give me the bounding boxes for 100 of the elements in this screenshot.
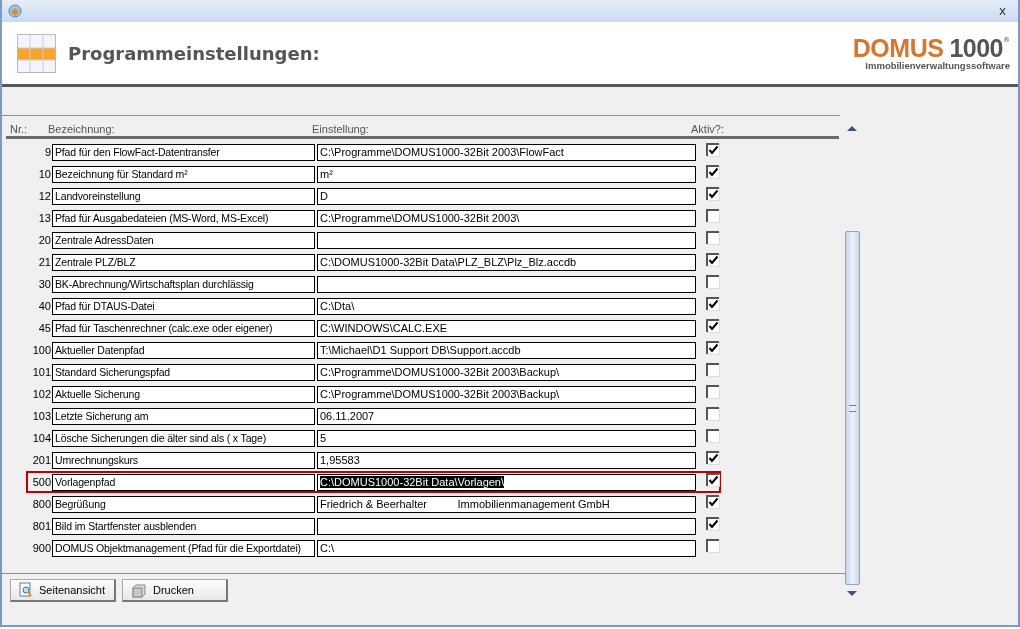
name-field[interactable]: DOMUS Objektmanagement (Pfad für die Exportdatei) (52, 539, 315, 557)
checkbox[interactable] (706, 473, 719, 486)
checkbox[interactable] (706, 495, 719, 508)
value-field[interactable]: C:\Programme\DOMUS1000-32Bit 2003\Backup\ (317, 385, 696, 403)
name-field[interactable]: Standard Sicherungspfad (52, 363, 315, 381)
name-field[interactable]: Pfad für den FlowFact-Datentransfer (52, 143, 315, 161)
name-field[interactable]: Letzte Sicherung am (52, 407, 315, 425)
page-title: Programmeinstellungen: (68, 42, 320, 64)
checkbox[interactable] (706, 165, 719, 178)
name-field[interactable]: Bezeichnung für Standard m² (52, 165, 315, 183)
table-row[interactable]: 9 Pfad für den FlowFact-Datentransfer C:\Programme\DOMUS1000-32Bit 2003\FlowFact (26, 141, 721, 163)
table-row[interactable]: 102 Aktuelle Sicherung C:\Programme\DOMUS1000-32Bit 2003\Backup\ (26, 383, 721, 405)
value-field[interactable] (317, 231, 696, 249)
preview-button[interactable]: Seitenansicht (10, 579, 116, 602)
column-header: Aktiv?: (691, 123, 725, 135)
checkbox[interactable] (706, 231, 719, 244)
value-field[interactable]: C:\Dta\ (317, 297, 696, 315)
table-row[interactable]: 40 Pfad für DTAUS-Datei C:\Dta\ (26, 295, 721, 317)
row-number: 102 (31, 388, 52, 400)
value-field[interactable]: C:\DOMUS1000-32Bit Data\Vorlagen\ (317, 473, 696, 491)
name-field[interactable]: Bild im Startfenster ausblenden (52, 517, 315, 535)
value-field[interactable]: C:\Programme\DOMUS1000-32Bit 2003\ (317, 209, 696, 227)
table-row[interactable]: 21 Zentrale PLZ/BLZ C:\DOMUS1000-32Bit Data\PLZ_BLZ\Plz_Blz.accdb (26, 251, 721, 273)
value-field[interactable]: 1,95583 (317, 451, 696, 469)
checkbox[interactable] (706, 363, 719, 376)
value-field[interactable]: D (317, 187, 696, 205)
checkbox[interactable] (706, 341, 719, 354)
value-field[interactable]: C:\Programme\DOMUS1000-32Bit 2003\Backup\ (317, 363, 696, 381)
print-button[interactable]: Drucken (122, 579, 228, 602)
checkbox[interactable] (706, 187, 719, 200)
name-field[interactable]: Pfad für Ausgabedateien (MS-Word, MS-Excel) (52, 209, 315, 227)
row-number: 101 (31, 366, 52, 378)
name-field[interactable]: Umrechnungskurs (52, 451, 315, 469)
table-row[interactable]: 900 DOMUS Objektmanagement (Pfad für die Exportdatei) C:\ (26, 537, 721, 559)
checkbox[interactable] (706, 517, 719, 530)
checkbox[interactable] (706, 319, 719, 332)
name-field[interactable]: Pfad für DTAUS-Datei (52, 297, 315, 315)
row-number: 801 (31, 520, 52, 532)
scroll-thumb[interactable] (844, 231, 860, 585)
name-field[interactable]: BK-Abrechnung/Wirtschaftsplan durchlässig (52, 275, 315, 293)
grid-icon (17, 33, 56, 73)
selected-row[interactable]: 500 Vorlagenpfad C:\DOMUS1000-32Bit Data\Vorlagen\ (26, 471, 721, 493)
column-header: Bezeichnung: (48, 123, 116, 135)
value-field[interactable]: C:\Programme\DOMUS1000-32Bit 2003\FlowFact (317, 143, 696, 161)
name-field[interactable]: Landvoreinstellung (52, 187, 315, 205)
value-field[interactable]: C:\WINDOWS\CALC.EXE (317, 319, 696, 337)
value-field[interactable] (317, 517, 696, 535)
value-field[interactable]: C:\ (317, 539, 696, 557)
row-number: 45 (37, 322, 52, 334)
table-row[interactable]: 201 Umrechnungskurs 1,95583 (26, 449, 721, 471)
table-row[interactable]: 20 Zentrale AdressDaten (26, 229, 721, 251)
checkbox[interactable] (706, 539, 719, 552)
table-row[interactable]: 12 Landvoreinstellung D (26, 185, 721, 207)
table-row[interactable]: 13 Pfad für Ausgabedateien (MS-Word, MS-Excel) C:\Programme\DOMUS1000-32Bit 2003\ (26, 207, 721, 229)
checkbox[interactable] (706, 297, 719, 310)
row-number: 104 (31, 432, 52, 444)
column-header: Einstellung: (312, 123, 370, 135)
name-field[interactable]: Aktueller Datenpfad (52, 341, 315, 359)
row-number: 900 (31, 542, 52, 554)
checkbox[interactable] (706, 429, 719, 442)
row-number: 103 (31, 410, 52, 422)
row-number: 13 (37, 212, 52, 224)
table-row[interactable]: 45 Pfad für Taschenrechner (calc.exe oder eigener) C:\WINDOWS\CALC.EXE (26, 317, 721, 339)
close-button[interactable]: x (992, 4, 1012, 18)
row-number: 500 (31, 476, 52, 488)
table-row[interactable]: 30 BK-Abrechnung/Wirtschaftsplan durchlässig (26, 273, 721, 295)
table-row[interactable]: 101 Standard Sicherungspfad C:\Programme\DOMUS1000-32Bit 2003\Backup\ (26, 361, 721, 383)
table-row[interactable]: 103 Letzte Sicherung am 06.11.2007 (26, 405, 721, 427)
checkbox[interactable] (706, 275, 719, 288)
row-number: 30 (37, 278, 52, 290)
name-field[interactable]: Zentrale PLZ/BLZ (52, 253, 315, 271)
checkbox[interactable] (706, 385, 719, 398)
row-number: 40 (37, 300, 52, 312)
column-header: Nr.: (9, 123, 29, 135)
table-row[interactable]: 100 Aktueller Datenpfad T:\Michael\D1 Support DB\Support.accdb (26, 339, 721, 361)
name-field[interactable]: Zentrale AdressDaten (52, 231, 315, 249)
value-field[interactable]: Friedrich & Beerhalter Immobilienmanagement GmbH (317, 495, 696, 513)
checkbox[interactable] (706, 143, 719, 156)
value-field[interactable]: 5 (317, 429, 696, 447)
table-row[interactable]: 800 Begrüßung Friedrich & Beerhalter Immobilienmanagement GmbH (26, 493, 721, 515)
table-row[interactable]: 104 Lösche Sicherungen die älter sind als ( x Tage) 5 (26, 427, 721, 449)
name-field[interactable]: Aktuelle Sicherung (52, 385, 315, 403)
checkbox[interactable] (706, 407, 719, 420)
name-field[interactable]: Pfad für Taschenrechner (calc.exe oder eigener) (52, 319, 315, 337)
checkbox[interactable] (706, 451, 719, 464)
checkbox[interactable] (706, 253, 719, 266)
name-field[interactable]: Begrüßung (52, 495, 315, 513)
name-field[interactable]: Vorlagenpfad (52, 473, 315, 491)
table-row[interactable]: 801 Bild im Startfenster ausblenden (26, 515, 721, 537)
value-field[interactable]: T:\Michael\D1 Support DB\Support.accdb (317, 341, 696, 359)
value-field[interactable] (317, 275, 696, 293)
value-field[interactable]: 06.11.2007 (317, 407, 696, 425)
checkbox[interactable] (706, 209, 719, 222)
table-row[interactable]: 10 Bezeichnung für Standard m² m² (26, 163, 721, 185)
row-number: 800 (31, 498, 52, 510)
value-field[interactable]: m² (317, 165, 696, 183)
name-field[interactable]: Lösche Sicherungen die älter sind als ( x Tage) (52, 429, 315, 447)
row-number: 20 (37, 234, 52, 246)
value-field[interactable]: C:\DOMUS1000-32Bit Data\PLZ_BLZ\Plz_Blz.accdb (317, 253, 696, 271)
row-number: 21 (37, 256, 52, 268)
